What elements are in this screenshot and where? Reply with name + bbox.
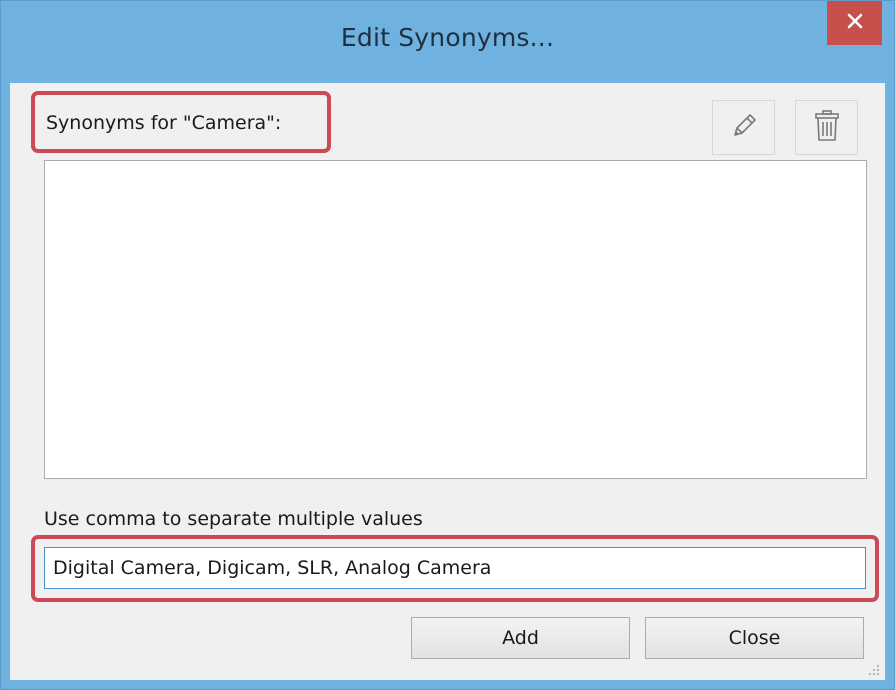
close-window-button[interactable] [827,1,882,45]
synonyms-input[interactable] [44,547,866,589]
delete-synonym-button[interactable] [795,100,858,155]
dialog-title: Edit Synonyms... [340,23,555,52]
close-button[interactable]: Close [645,617,864,659]
pencil-icon [729,111,759,145]
add-button[interactable]: Add [411,617,630,659]
title-bar[interactable]: Edit Synonyms... [1,1,894,83]
resize-grip-icon[interactable] [867,662,881,676]
close-icon [847,13,863,33]
edit-synonyms-dialog: Edit Synonyms... Synonyms for "Camera": [0,0,895,690]
synonyms-label: Synonyms for "Camera": [46,112,282,134]
trash-icon [812,109,842,147]
synonyms-label-highlight: Synonyms for "Camera": [31,91,331,153]
synonyms-list[interactable] [44,160,867,479]
edit-synonym-button[interactable] [712,100,775,155]
synonyms-input-highlight [31,535,879,602]
dialog-body: Synonyms for "Camera": Use comma to sepa… [10,83,885,680]
input-hint: Use comma to separate multiple values [44,508,423,530]
